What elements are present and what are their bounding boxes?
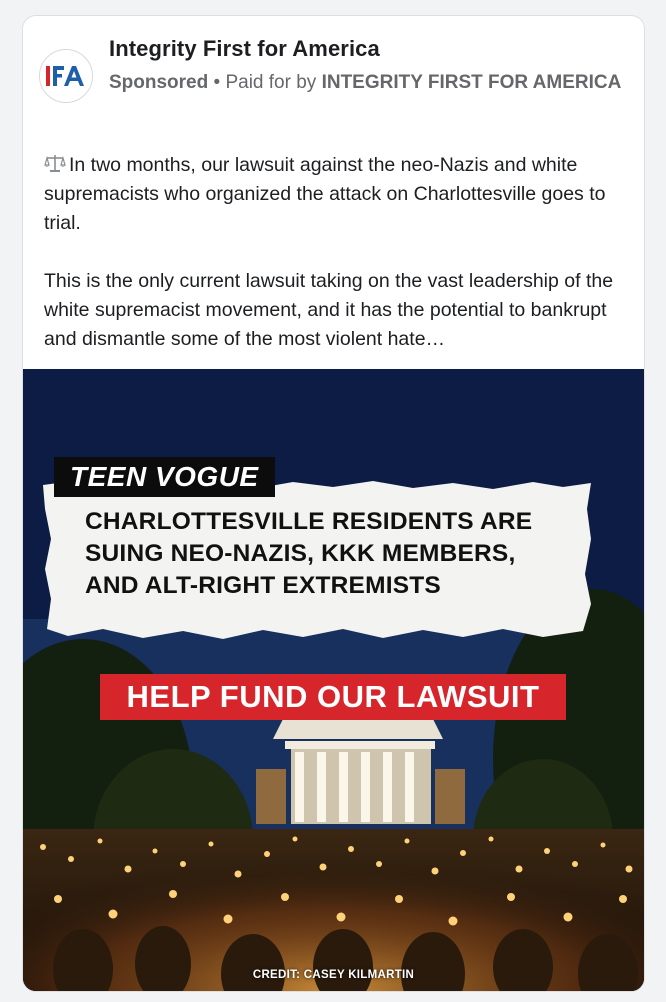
balance-scale-icon — [44, 155, 66, 172]
ad-headline-line-1: CHARLOTTESVILLE RESIDENTS ARE — [85, 508, 533, 535]
separator: • — [208, 72, 226, 93]
post-body: In two months, our lawsuit against the n… — [44, 151, 634, 354]
post-header: Integrity First for America Sponsored • … — [23, 16, 644, 136]
sponsored-post-card: Integrity First for America Sponsored • … — [22, 15, 645, 992]
post-paragraph-1-text: In two months, our lawsuit against the n… — [44, 154, 606, 234]
ifa-logo-icon — [46, 66, 84, 86]
page-avatar[interactable] — [39, 49, 93, 103]
photo-credit: CREDIT: CASEY KILMARTIN — [252, 969, 415, 981]
sponsored-label[interactable]: Sponsored — [109, 72, 208, 93]
ad-headline-line-2: SUING NEO-NAZIS, KKK MEMBERS, — [85, 540, 516, 567]
help-fund-cta-banner[interactable]: HELP FUND OUR LAWSUIT — [100, 674, 566, 720]
ad-headline: CHARLOTTESVILLE RESIDENTS ARE SUING NEO-… — [85, 506, 565, 602]
ad-image[interactable]: TEEN VOGUE CHARLOTTESVILLE RESIDENTS ARE… — [23, 369, 644, 991]
ad-headline-line-3: AND ALT-RIGHT EXTREMISTS — [85, 572, 441, 599]
post-paragraph-1: In two months, our lawsuit against the n… — [44, 151, 634, 238]
paid-for-prefix: Paid for by — [225, 72, 322, 93]
teen-vogue-label: TEEN VOGUE — [54, 457, 275, 497]
sponsored-line: Sponsored • Paid for by INTEGRITY FIRST … — [109, 68, 629, 97]
page-name-link[interactable]: Integrity First for America — [109, 36, 380, 62]
paid-for-by-name[interactable]: INTEGRITY FIRST FOR AMERICA — [322, 72, 622, 93]
post-paragraph-2[interactable]: This is the only current lawsuit taking … — [44, 267, 634, 354]
